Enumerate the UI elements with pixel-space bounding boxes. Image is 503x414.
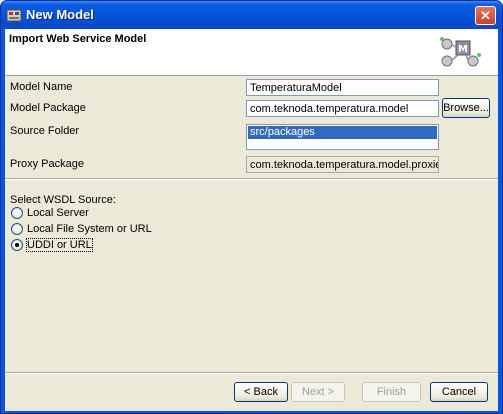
list-item[interactable]: src/packages: [248, 126, 437, 139]
divider: [5, 178, 498, 180]
model-package-label: Model Package: [10, 102, 86, 114]
radio-label: UDDI or URL: [26, 238, 93, 252]
page-title: Import Web Service Model: [9, 33, 147, 45]
svg-text:M: M: [458, 44, 468, 55]
source-folder-label: Source Folder: [10, 125, 80, 137]
window-title: New Model: [26, 7, 94, 22]
back-button[interactable]: < Back: [234, 382, 288, 402]
model-package-field[interactable]: com.teknoda.temperatura.model: [246, 100, 439, 117]
close-icon: ✕: [480, 8, 491, 23]
radio-label: Local Server: [27, 207, 89, 219]
wizard-banner-icon: M: [440, 37, 481, 67]
cancel-button[interactable]: Cancel: [430, 382, 488, 402]
source-folder-list[interactable]: src/packages: [246, 124, 439, 150]
wsdl-source-heading: Select WSDL Source:: [10, 194, 116, 206]
radio-button[interactable]: [11, 223, 23, 235]
model-name-label: Model Name: [10, 81, 73, 93]
title-bar[interactable]: New Model ✕: [1, 1, 502, 29]
next-button[interactable]: Next >: [291, 382, 345, 402]
proxy-package-field: com.teknoda.temperatura.model.proxies: [246, 156, 439, 173]
proxy-package-label: Proxy Package: [10, 158, 84, 170]
browse-button[interactable]: Browse...: [442, 98, 490, 118]
finish-button[interactable]: Finish: [362, 382, 421, 402]
dialog-body: Import Web Service Model M Model Name Te…: [5, 29, 498, 411]
radio-label: Local File System or URL: [27, 223, 152, 235]
radio-button[interactable]: [11, 207, 23, 219]
new-model-window: New Model ✕ Import Web Service Model M M…: [0, 0, 503, 414]
close-button[interactable]: ✕: [475, 6, 496, 25]
radio-button-checked[interactable]: [11, 239, 23, 251]
wizard-app-icon: [7, 9, 22, 22]
footer-divider: [5, 372, 498, 374]
wizard-header: Import Web Service Model M: [5, 29, 498, 76]
model-name-field[interactable]: TemperaturaModel: [246, 79, 439, 96]
